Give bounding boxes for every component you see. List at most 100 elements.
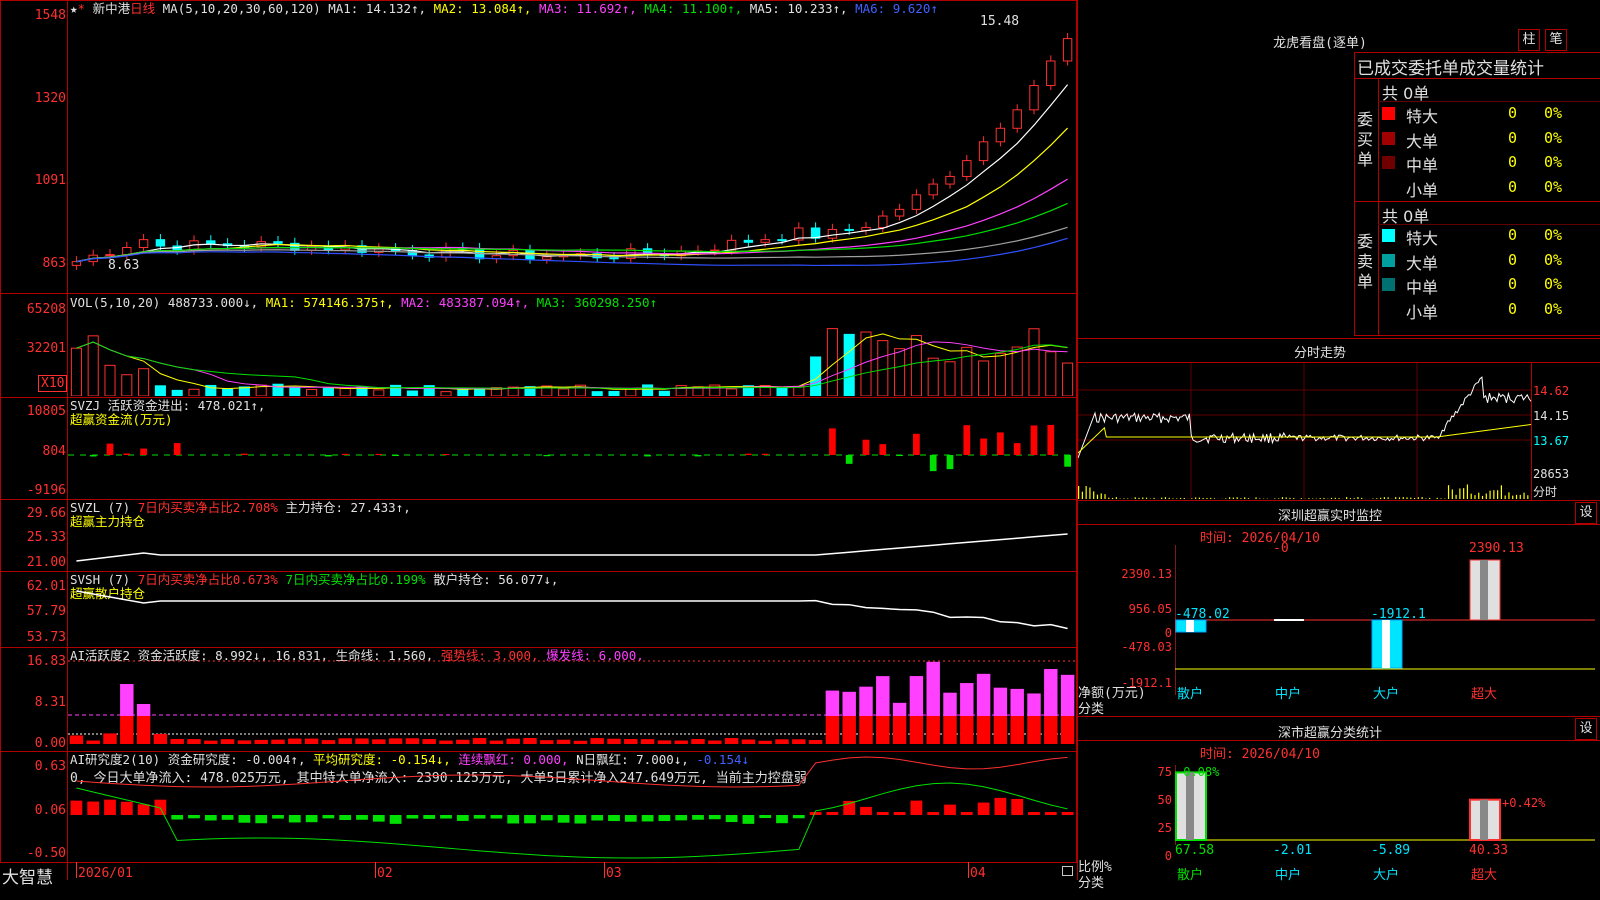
minute-vol — [1100, 493, 1102, 499]
minute-vol — [1387, 497, 1389, 499]
net-value-label: 2390.13 — [1469, 541, 1524, 556]
minute-vol — [1376, 498, 1378, 499]
active-bar — [624, 739, 638, 744]
active-bar — [506, 738, 520, 744]
volume-bar — [776, 386, 788, 396]
minute-vol — [1455, 494, 1457, 499]
active-bar — [556, 739, 571, 744]
intraday-axis-2: 14.15 — [1533, 409, 1570, 423]
svsh-axis-2: 57.79 — [26, 604, 66, 619]
active-bar-top — [976, 673, 991, 716]
volume-bar — [625, 388, 637, 396]
research-bar — [540, 815, 553, 821]
candle — [760, 239, 770, 243]
active-bar — [640, 739, 655, 744]
svzl-chart — [76, 533, 1068, 562]
low-label: 8.63 — [108, 258, 140, 273]
active-bar-top — [993, 687, 1008, 716]
dragon-tabs[interactable]: 已成交委托单成交量统计 — [1357, 54, 1544, 79]
minute-vol — [1078, 486, 1080, 499]
minute-vol — [1319, 498, 1321, 499]
minute-vol — [1527, 495, 1529, 499]
lock-icon[interactable] — [1062, 866, 1073, 876]
category-label: 超大 — [1471, 687, 1498, 702]
vol-unit: X10 — [38, 375, 68, 392]
active-bar-top — [960, 683, 974, 716]
minute-vol — [1497, 490, 1499, 499]
active-bar-top — [1027, 693, 1041, 716]
active-bar — [204, 740, 218, 744]
bar-mode-button[interactable]: 柱 — [1518, 29, 1540, 51]
active-bar-top — [859, 686, 873, 716]
research-bar — [557, 815, 570, 823]
minute-vol — [1417, 497, 1419, 499]
active-bar — [1044, 716, 1058, 744]
research-bar — [1028, 812, 1040, 815]
research-bar — [658, 815, 671, 822]
intraday-chart[interactable] — [1078, 363, 1534, 499]
candle — [1046, 60, 1056, 87]
active-bar-top — [1044, 669, 1058, 716]
minute-vol — [1470, 493, 1472, 499]
minute-vol — [1383, 497, 1385, 499]
xaxis-label-2: 02 — [377, 866, 393, 881]
minute-vol — [1395, 497, 1397, 499]
active-bar — [69, 735, 84, 744]
active-bar — [187, 739, 201, 744]
volume-bar — [306, 389, 318, 396]
research-bar — [204, 815, 217, 821]
minute-vol — [1508, 492, 1510, 499]
legend-swatch — [1382, 302, 1395, 316]
active-bar — [960, 716, 974, 744]
minute-vol — [1229, 497, 1231, 499]
minute-vol — [1138, 497, 1140, 499]
research-bar — [406, 815, 419, 819]
active-bar — [489, 740, 504, 744]
research-bar — [171, 815, 184, 820]
volume-bar — [927, 357, 939, 396]
intraday-vol-axis: 28653 — [1533, 467, 1570, 481]
minute-vol — [1153, 497, 1155, 499]
volume-bar — [390, 384, 402, 396]
candle — [542, 256, 552, 260]
active-bar — [288, 738, 302, 744]
monitor-settings-button[interactable]: 设 — [1575, 502, 1597, 524]
monitor-axis-3: 0 — [1164, 626, 1172, 640]
category-label: 散户 — [1177, 868, 1204, 883]
active-bar — [237, 740, 252, 744]
tick-mode-button[interactable]: 笔 — [1545, 29, 1567, 51]
minute-vol — [1096, 494, 1099, 499]
research-bar — [356, 815, 368, 820]
flow-bar — [845, 455, 853, 464]
category-label: 超大 — [1471, 868, 1498, 883]
minute-vol — [1236, 497, 1238, 499]
volume-bar — [373, 389, 385, 396]
flow-bar — [879, 444, 887, 455]
research-bar — [759, 815, 772, 819]
monitor-axis-4: -478.03 — [1121, 640, 1172, 654]
flow-bar — [106, 443, 114, 455]
category-label: 大户 — [1373, 868, 1400, 883]
active-bar-top — [136, 704, 151, 716]
row-count: 0 — [1508, 177, 1518, 196]
research-bar — [70, 800, 83, 815]
minute-vol — [1338, 498, 1340, 499]
flow-bar — [123, 453, 131, 455]
classify-settings-button[interactable]: 设 — [1575, 718, 1597, 740]
row-pct: 0% — [1544, 250, 1563, 269]
minute-vol — [1466, 484, 1469, 499]
minute-vol — [1372, 498, 1374, 499]
minute-vol — [1202, 498, 1204, 499]
volume-bar — [457, 388, 469, 396]
classify-time: 时间: 2026/04/10 — [1200, 747, 1320, 762]
classify-title: 深市超赢分类统计 — [1277, 726, 1382, 741]
active-bar — [808, 739, 823, 744]
active-bar — [674, 740, 688, 744]
active-bar — [943, 716, 957, 744]
ai-active-axis-1: 16.83 — [26, 654, 66, 669]
vol-axis-1: 65208 — [26, 302, 66, 317]
minute-vol — [1459, 488, 1461, 499]
row-name: 特大 — [1406, 229, 1439, 248]
volume-bar — [658, 390, 670, 396]
active-bar — [876, 716, 890, 744]
